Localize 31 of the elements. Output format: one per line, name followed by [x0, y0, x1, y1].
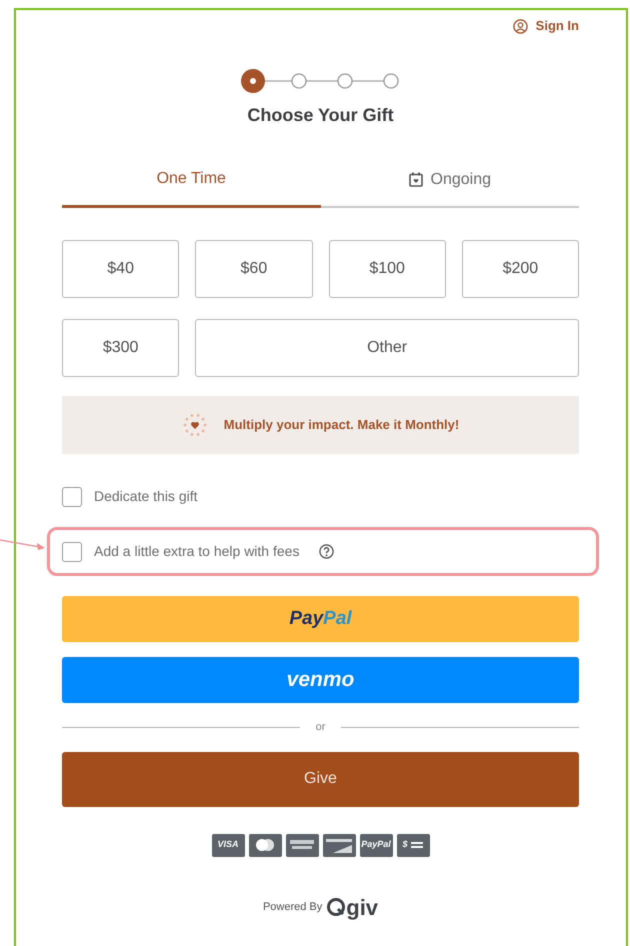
monthly-banner[interactable]: Multiply your impact. Make it Monthly! [62, 396, 579, 454]
paypal-card-icon: PayPal [360, 834, 392, 856]
heart-icon [182, 412, 208, 438]
mastercard-card-icon [248, 834, 282, 856]
paypal-button[interactable]: PayPal [62, 596, 579, 642]
frequency-tab[interactable]: One Time [62, 159, 320, 208]
amount-button[interactable]: $100 [328, 240, 446, 298]
calendar-icon [408, 172, 422, 187]
frequency-tab[interactable]: Ongoing [320, 159, 579, 208]
checkbox[interactable] [62, 542, 82, 562]
qgiv-logo[interactable]: giv [326, 890, 378, 924]
help-icon[interactable] [319, 544, 334, 559]
give-button[interactable]: Give [62, 752, 579, 806]
amount-button[interactable]: Other [195, 319, 579, 377]
option-label: Dedicate this gift [94, 487, 198, 506]
discover-card-icon [322, 834, 356, 856]
venmo-button[interactable]: venmo [62, 657, 579, 703]
amount-button[interactable]: $60 [195, 240, 312, 298]
visa-card-icon: VISA [212, 834, 244, 856]
user-icon [512, 18, 528, 34]
sign-in-link[interactable]: Sign In [512, 16, 579, 36]
amex-card-icon [286, 834, 318, 856]
form-title: Choose Your Gift [246, 104, 395, 127]
checkbox[interactable] [62, 486, 82, 506]
amount-button[interactable]: $200 [462, 240, 579, 298]
amount-button[interactable]: $40 [62, 240, 180, 298]
option-label: Add a little extra to help with fees [94, 542, 300, 561]
amount-button[interactable]: $300 [62, 319, 180, 377]
ach-card-icon: $ [396, 834, 430, 856]
powered-by-label: Powered By [262, 900, 322, 915]
divider-label: or [316, 720, 326, 735]
